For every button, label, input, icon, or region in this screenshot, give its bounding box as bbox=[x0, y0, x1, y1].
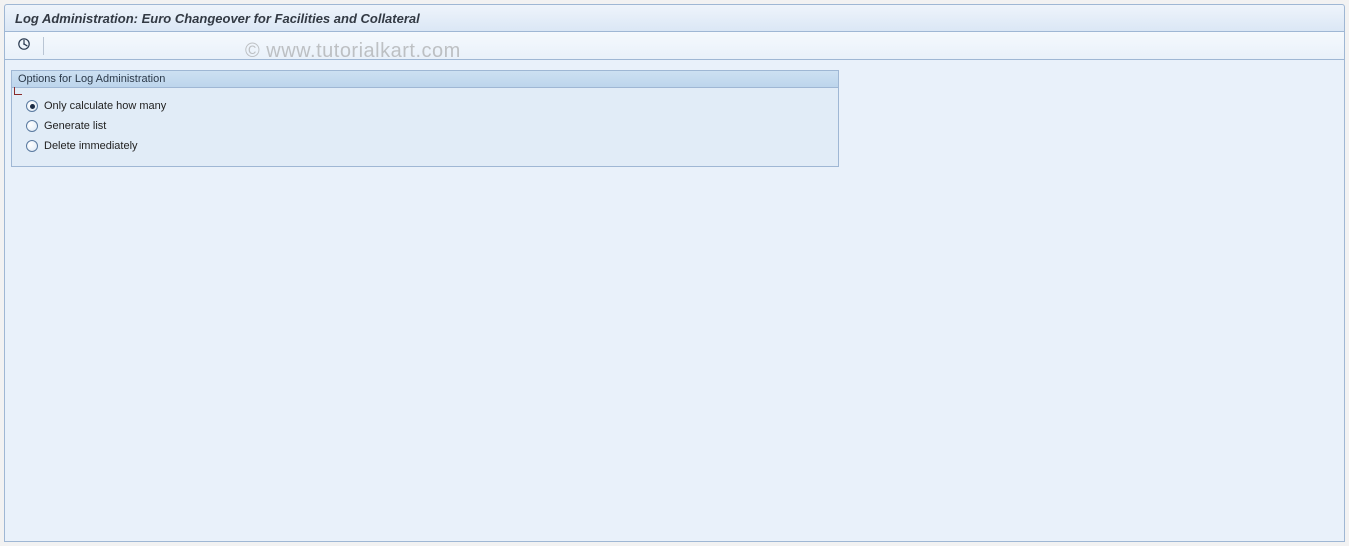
radio-icon bbox=[26, 120, 38, 132]
radio-label: Only calculate how many bbox=[44, 100, 166, 112]
group-corner-marker bbox=[14, 87, 22, 95]
radio-icon bbox=[26, 100, 38, 112]
radio-delete-immediately[interactable]: Delete immediately bbox=[26, 136, 824, 156]
app-frame: Log Administration: Euro Changeover for … bbox=[0, 0, 1349, 546]
groupbox-title: Options for Log Administration bbox=[12, 71, 838, 88]
groupbox-body: Only calculate how many Generate list De… bbox=[12, 88, 838, 166]
options-groupbox: Options for Log Administration Only calc… bbox=[11, 70, 839, 167]
radio-label: Delete immediately bbox=[44, 140, 138, 152]
execute-icon bbox=[17, 37, 31, 54]
content-area: Options for Log Administration Only calc… bbox=[4, 60, 1345, 542]
execute-button[interactable] bbox=[13, 35, 35, 57]
radio-generate-list[interactable]: Generate list bbox=[26, 116, 824, 136]
radio-label: Generate list bbox=[44, 120, 106, 132]
toolbar bbox=[4, 32, 1345, 60]
page-title: Log Administration: Euro Changeover for … bbox=[15, 11, 420, 26]
title-bar: Log Administration: Euro Changeover for … bbox=[4, 4, 1345, 32]
radio-icon bbox=[26, 140, 38, 152]
radio-only-calculate[interactable]: Only calculate how many bbox=[26, 96, 824, 116]
toolbar-separator bbox=[43, 37, 44, 55]
